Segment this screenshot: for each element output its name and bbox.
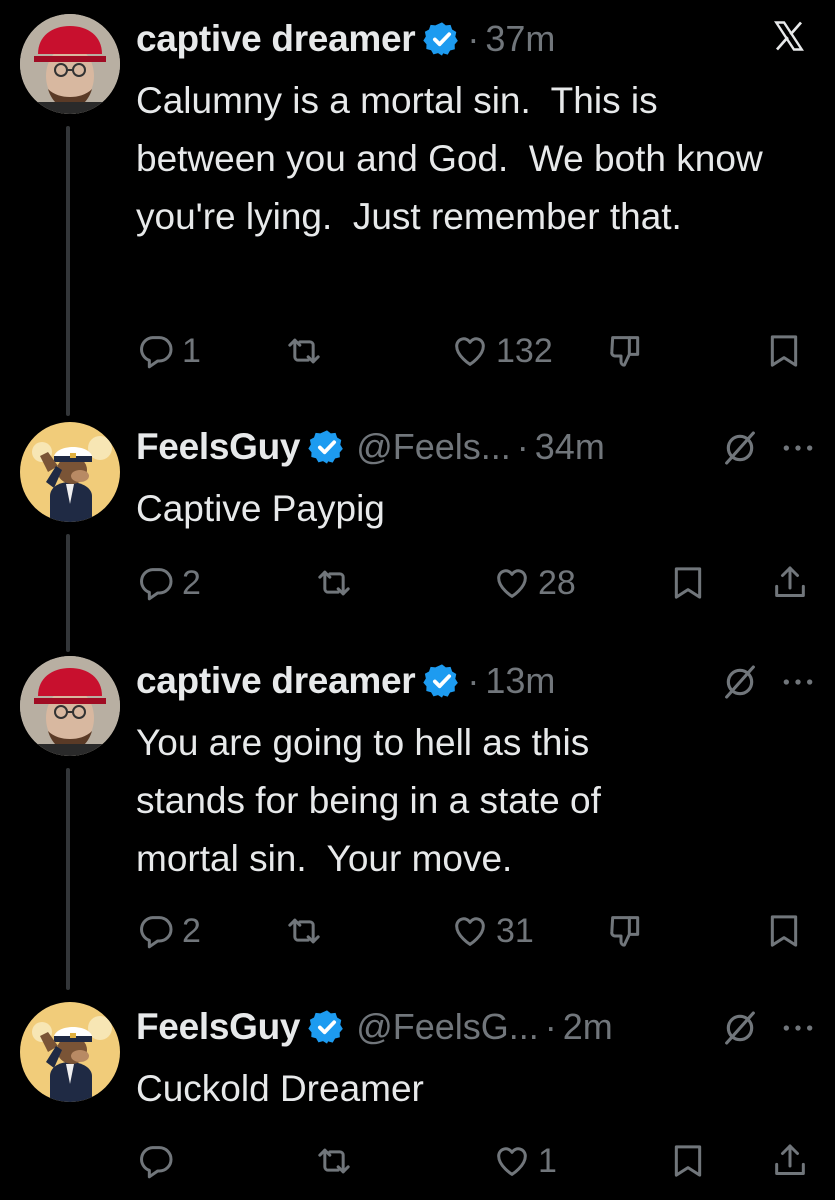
retweet-button[interactable] bbox=[314, 558, 354, 608]
bookmark-button[interactable] bbox=[764, 906, 804, 956]
tweet-header: captive dreamer · 37m bbox=[136, 16, 555, 62]
verified-badge-icon bbox=[308, 428, 346, 466]
like-icon bbox=[450, 331, 490, 371]
retweet-icon bbox=[284, 911, 324, 951]
reply-count: 2 bbox=[182, 563, 201, 602]
reply-button[interactable]: 2 bbox=[136, 906, 201, 956]
avatar[interactable] bbox=[20, 1002, 120, 1102]
mute-icon[interactable] bbox=[720, 1008, 760, 1048]
more-icon[interactable] bbox=[778, 428, 818, 468]
retweet-icon bbox=[284, 331, 324, 371]
bookmark-button[interactable] bbox=[764, 326, 804, 376]
thread-line bbox=[66, 534, 70, 652]
reply-count: 1 bbox=[182, 331, 201, 370]
like-icon bbox=[492, 563, 532, 603]
bookmark-button[interactable] bbox=[668, 1136, 708, 1186]
like-count: 1 bbox=[538, 1141, 557, 1180]
reply-icon bbox=[136, 563, 176, 603]
like-button[interactable]: 28 bbox=[492, 558, 576, 608]
tweet-2[interactable]: FeelsGuy @Feels... · 34m Captive Paypig … bbox=[0, 404, 835, 652]
reply-icon bbox=[136, 1141, 176, 1181]
more-icon[interactable] bbox=[778, 662, 818, 702]
separator: · bbox=[544, 1006, 557, 1047]
tweet-text: Captive Paypig bbox=[136, 488, 385, 529]
like-count: 31 bbox=[496, 911, 534, 950]
share-icon bbox=[770, 1141, 810, 1181]
tweet-4[interactable]: FeelsGuy @FeelsG... · 2m Cuckold Dreamer… bbox=[0, 984, 835, 1200]
like-button[interactable]: 1 bbox=[492, 1136, 557, 1186]
tweet-3[interactable]: captive dreamer · 13m You are going to h… bbox=[0, 644, 835, 990]
tweet-text: Calumny is a mortal sin. This is between… bbox=[136, 80, 773, 237]
verified-badge-icon bbox=[308, 1008, 346, 1046]
like-icon bbox=[450, 911, 490, 951]
tweet-header: captive dreamer · 13m bbox=[136, 658, 555, 704]
avatar[interactable] bbox=[20, 656, 120, 756]
display-name[interactable]: captive dreamer bbox=[136, 18, 416, 60]
retweet-button[interactable] bbox=[284, 326, 324, 376]
display-name[interactable]: captive dreamer bbox=[136, 660, 416, 702]
avatar[interactable] bbox=[20, 14, 120, 114]
bookmark-icon bbox=[764, 331, 804, 371]
avatar[interactable] bbox=[20, 422, 120, 522]
verified-badge-icon bbox=[423, 20, 461, 58]
share-button[interactable] bbox=[770, 1136, 810, 1186]
retweet-icon bbox=[314, 1141, 354, 1181]
like-count: 28 bbox=[538, 563, 576, 602]
timestamp[interactable]: 37m bbox=[485, 18, 555, 60]
like-button[interactable]: 132 bbox=[450, 326, 553, 376]
share-icon bbox=[770, 563, 810, 603]
dislike-button[interactable] bbox=[606, 326, 646, 376]
bookmark-icon bbox=[668, 563, 708, 603]
separator: · bbox=[467, 660, 480, 701]
bookmark-icon bbox=[668, 1141, 708, 1181]
like-count: 132 bbox=[496, 331, 553, 370]
display-name[interactable]: FeelsGuy bbox=[136, 426, 300, 468]
reply-button[interactable]: 2 bbox=[136, 558, 201, 608]
x-logo-icon bbox=[771, 18, 807, 54]
reply-button[interactable]: 1 bbox=[136, 326, 201, 376]
mute-icon[interactable] bbox=[720, 428, 760, 468]
reply-count: 2 bbox=[182, 911, 201, 950]
bookmark-icon bbox=[764, 911, 804, 951]
share-button[interactable] bbox=[770, 558, 810, 608]
tweet-text: Cuckold Dreamer bbox=[136, 1068, 424, 1109]
timestamp[interactable]: 13m bbox=[485, 660, 555, 702]
reply-icon bbox=[136, 331, 176, 371]
reply-button[interactable] bbox=[136, 1136, 182, 1186]
dislike-icon bbox=[606, 911, 646, 951]
thread-line bbox=[66, 126, 70, 416]
display-name[interactable]: FeelsGuy bbox=[136, 1006, 300, 1048]
bookmark-button[interactable] bbox=[668, 558, 708, 608]
reply-icon bbox=[136, 911, 176, 951]
retweet-button[interactable] bbox=[284, 906, 324, 956]
timestamp[interactable]: 2m bbox=[563, 1006, 613, 1048]
handle[interactable]: @Feels... bbox=[356, 426, 511, 468]
timestamp[interactable]: 34m bbox=[535, 426, 605, 468]
mute-icon[interactable] bbox=[720, 662, 760, 702]
dislike-icon bbox=[606, 331, 646, 371]
like-button[interactable]: 31 bbox=[450, 906, 534, 956]
verified-badge-icon bbox=[423, 662, 461, 700]
tweet-1[interactable]: captive dreamer · 37m Calumny is a morta… bbox=[0, 0, 835, 416]
dislike-button[interactable] bbox=[606, 906, 646, 956]
thread-line bbox=[66, 768, 70, 990]
retweet-button[interactable] bbox=[314, 1136, 354, 1186]
tweet-text: You are going to hell as this stands for… bbox=[136, 722, 612, 879]
separator: · bbox=[467, 18, 480, 59]
retweet-icon bbox=[314, 563, 354, 603]
handle[interactable]: @FeelsG... bbox=[356, 1006, 539, 1048]
tweet-header: FeelsGuy @FeelsG... · 2m bbox=[136, 1004, 613, 1050]
separator: · bbox=[516, 426, 529, 467]
more-icon[interactable] bbox=[778, 1008, 818, 1048]
tweet-header: FeelsGuy @Feels... · 34m bbox=[136, 424, 605, 470]
like-icon bbox=[492, 1141, 532, 1181]
